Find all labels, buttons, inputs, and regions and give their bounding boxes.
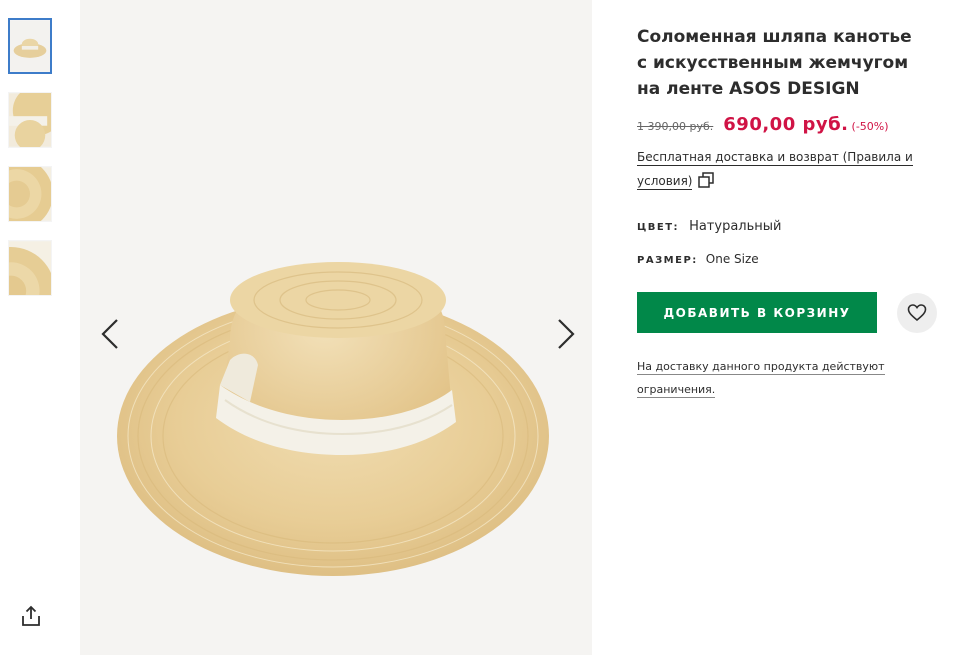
product-info: Соломенная шляпа канотье с искусственным… <box>637 24 947 401</box>
product-title: Соломенная шляпа канотье с искусственным… <box>637 27 912 99</box>
thumbnail-image <box>10 20 50 72</box>
thumbnail-image <box>9 241 51 295</box>
color-label: ЦВЕТ: <box>637 222 680 233</box>
thumbnail-image <box>9 93 51 147</box>
discount-badge: (-50%) <box>851 120 889 133</box>
delivery-info: Бесплатная доставка и возврат (Правила и… <box>637 145 947 193</box>
chevron-right-icon <box>558 319 575 349</box>
thumbnail-list <box>8 18 54 314</box>
delivery-link[interactable]: Бесплатная доставка и возврат (Правила и… <box>637 150 913 190</box>
thumbnail-1[interactable] <box>8 18 52 74</box>
product-image <box>80 0 592 655</box>
next-image-button[interactable] <box>544 314 584 354</box>
previous-image-button[interactable] <box>92 314 132 354</box>
thumbnail-2[interactable] <box>8 92 52 148</box>
share-icon <box>22 605 40 626</box>
product-image-gallery <box>80 0 592 655</box>
delivery-restriction[interactable]: На доставку данного продукта действуют о… <box>637 355 907 401</box>
color-row: ЦВЕТ: Натуральный <box>637 219 947 234</box>
price-row: 1 390,00 руб. 690,00 руб. (-50%) <box>637 114 947 135</box>
current-price: 690,00 руб. <box>723 114 849 135</box>
copy-icon[interactable] <box>698 172 715 188</box>
purchase-actions: ДОБАВИТЬ В КОРЗИНУ <box>637 292 947 333</box>
size-label: РАЗМЕР: <box>637 255 698 266</box>
share-button[interactable] <box>20 604 42 628</box>
size-row: РАЗМЕР: One Size <box>637 252 947 266</box>
color-value: Натуральный <box>689 219 782 234</box>
thumbnail-3[interactable] <box>8 166 52 222</box>
delivery-restriction-link[interactable]: На доставку данного продукта действуют о… <box>637 360 885 398</box>
thumbnail-image <box>9 167 51 221</box>
save-to-wishlist-button[interactable] <box>897 292 937 333</box>
chevron-left-icon <box>101 319 118 349</box>
heart-icon <box>907 303 927 321</box>
thumbnail-4[interactable] <box>8 240 52 296</box>
add-to-cart-button[interactable]: ДОБАВИТЬ В КОРЗИНУ <box>637 292 877 333</box>
size-value: One Size <box>705 252 759 266</box>
old-price: 1 390,00 руб. <box>637 120 714 133</box>
